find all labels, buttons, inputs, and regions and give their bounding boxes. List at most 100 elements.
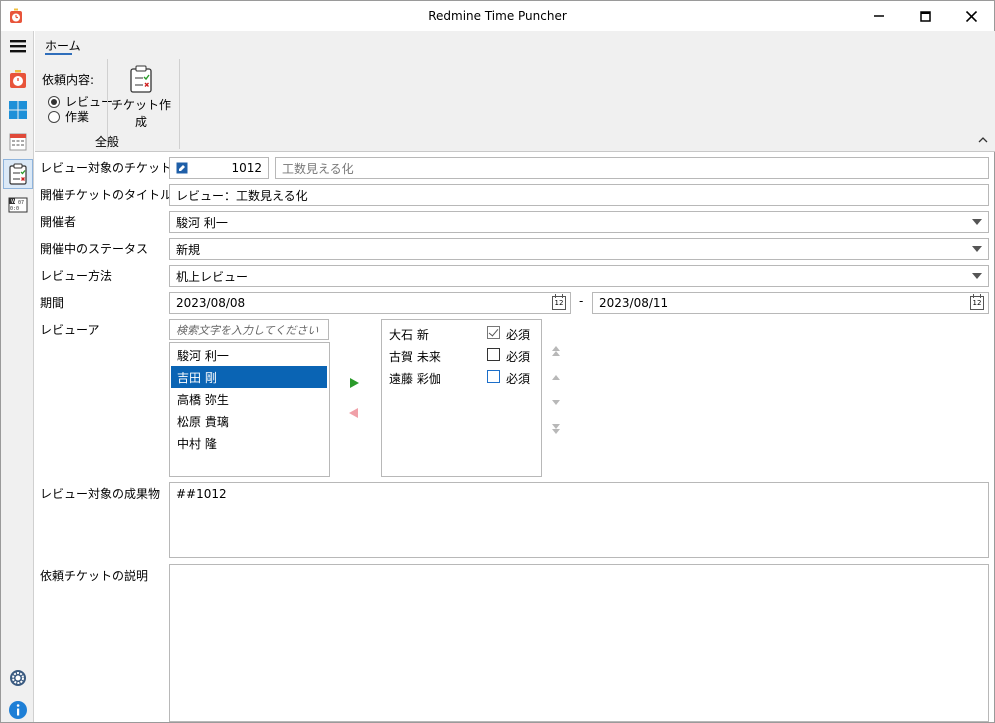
reviewer-name: 古賀 未来 (389, 350, 441, 364)
up-icon (552, 375, 560, 380)
ticket-review-icon (9, 163, 27, 185)
settings-icon (10, 670, 26, 686)
nav-info[interactable] (7, 699, 29, 721)
create-ticket-button[interactable]: チケット作成 (110, 65, 172, 129)
timer-icon (10, 70, 26, 88)
nav-settings[interactable] (7, 667, 29, 689)
dropdown-arrow-icon (972, 219, 982, 225)
move-up-button[interactable] (549, 370, 563, 384)
host-label: 開催者 (40, 215, 77, 229)
required-checkbox[interactable] (487, 326, 500, 339)
calendar-picker-icon[interactable]: 12 (552, 294, 566, 310)
ticket-subject-field: 工数見える化 (275, 157, 989, 179)
tab-home[interactable]: ホーム (45, 37, 81, 54)
reviewer-list[interactable]: 大石 新 必須 古賀 未来 必須 遠藤 彩伽 必須 (381, 319, 542, 477)
required-label: 必須 (506, 328, 531, 342)
nav-time-table[interactable]: W 0:0 07 (7, 194, 29, 216)
window-title: Redmine Time Puncher (428, 9, 567, 23)
deliverables-label: レビュー対象の成果物 (40, 487, 161, 501)
down-icon (552, 400, 560, 405)
period-start-picker[interactable]: 2023/08/08 12 (169, 292, 571, 314)
play-right-icon (350, 378, 359, 388)
status-select[interactable]: 新規 (169, 238, 989, 260)
ticket-no-field[interactable]: 1012 (169, 157, 269, 179)
play-left-icon (349, 408, 358, 418)
radio-work[interactable] (48, 110, 60, 123)
dropdown-arrow-icon (972, 273, 982, 279)
status-value: 新規 (176, 242, 201, 257)
period-separator: - (579, 294, 584, 308)
nav-dashboard[interactable] (7, 99, 29, 121)
app-window: Redmine Time Puncher W 0:0 07 ホーム 依頼内容: … (0, 0, 995, 723)
candidate-list[interactable]: 駿河 利一 吉田 剛 高橋 弥生 松原 貴璃 中村 隆 (169, 342, 330, 477)
nav-ticket-review[interactable] (7, 163, 29, 185)
svg-text:0:0: 0:0 (10, 206, 19, 212)
reviewer-label: レビューア (40, 323, 100, 337)
add-reviewer-button[interactable] (348, 376, 362, 390)
minimize-icon (874, 15, 884, 17)
close-icon (965, 10, 977, 22)
remove-reviewer-button[interactable] (348, 406, 362, 420)
period-start-value: 2023/08/08 (176, 296, 246, 310)
candidate-item[interactable]: 高橋 弥生 (171, 388, 327, 410)
hamburger-menu-button[interactable] (7, 35, 29, 57)
close-button[interactable] (948, 1, 994, 31)
ticket-no-value: 1012 (231, 161, 262, 175)
reviewer-search-input[interactable]: 検索文字を入力してください (169, 319, 329, 340)
method-select[interactable]: 机上レビュー (169, 265, 989, 287)
svg-text:07: 07 (18, 200, 24, 206)
ticket-link-icon[interactable] (176, 162, 188, 174)
create-ticket-label: チケット作成 (110, 98, 171, 129)
candidate-item[interactable]: 駿河 利一 (171, 344, 327, 366)
method-value: 机上レビュー (176, 269, 249, 284)
minimize-button[interactable] (856, 1, 902, 31)
nav-calendar[interactable] (7, 130, 29, 152)
chevron-up-icon (978, 137, 988, 143)
calendar-picker-icon[interactable]: 12 (970, 294, 984, 310)
candidate-item[interactable]: 中村 隆 (171, 432, 327, 454)
candidate-item[interactable]: 松原 貴璃 (171, 410, 327, 432)
nav-timer[interactable] (7, 68, 29, 90)
required-label: 必須 (506, 372, 531, 386)
host-select[interactable]: 駿河 利一 (169, 211, 989, 233)
ribbon: ホーム 依頼内容: レビュー 作業 チケット作成 全般 (35, 31, 995, 152)
required-checkbox[interactable] (487, 348, 500, 361)
maximize-icon (919, 10, 931, 22)
period-end-picker[interactable]: 2023/08/11 12 (592, 292, 989, 314)
ribbon-separator (179, 59, 180, 149)
time-table-icon: W 0:0 07 (8, 197, 28, 213)
title-input[interactable]: レビュー：工数見える化 (169, 184, 989, 206)
ribbon-collapse-button[interactable] (978, 133, 988, 146)
description-textarea[interactable] (169, 564, 989, 722)
move-top-button[interactable] (549, 344, 563, 358)
radio-work-label: 作業 (65, 110, 90, 124)
required-checkbox[interactable] (487, 370, 500, 383)
left-navigation: W 0:0 07 (1, 31, 34, 722)
period-label: 期間 (40, 296, 65, 310)
move-down-button[interactable] (549, 396, 563, 410)
candidate-item-selected[interactable]: 吉田 剛 (171, 366, 327, 388)
required-label: 必須 (506, 350, 531, 364)
hamburger-icon (10, 40, 26, 53)
deliverables-textarea[interactable]: ##1012 (169, 482, 989, 558)
reviewer-name: 大石 新 (389, 328, 429, 342)
tab-underline (45, 53, 72, 55)
host-value: 駿河 利一 (176, 215, 228, 230)
title-label: 開催チケットのタイトル (40, 188, 173, 202)
maximize-button[interactable] (902, 1, 948, 31)
ribbon-group-general-label: 全般 (95, 135, 120, 149)
svg-text:W: W (11, 199, 16, 205)
dashboard-icon (9, 101, 27, 119)
title-bar: Redmine Time Puncher (1, 1, 994, 31)
move-bottom-button[interactable] (549, 422, 563, 436)
reviewer-name: 遠藤 彩伽 (389, 372, 441, 386)
radio-review[interactable] (48, 95, 60, 108)
dropdown-arrow-icon (972, 246, 982, 252)
double-down-icon (552, 424, 560, 434)
info-icon (9, 701, 27, 719)
description-label: 依頼チケットの説明 (40, 569, 149, 583)
calendar-icon (9, 133, 27, 151)
double-up-icon (552, 346, 560, 356)
ticket-create-icon (130, 65, 152, 93)
radio-work-option[interactable]: 作業 (48, 108, 89, 125)
